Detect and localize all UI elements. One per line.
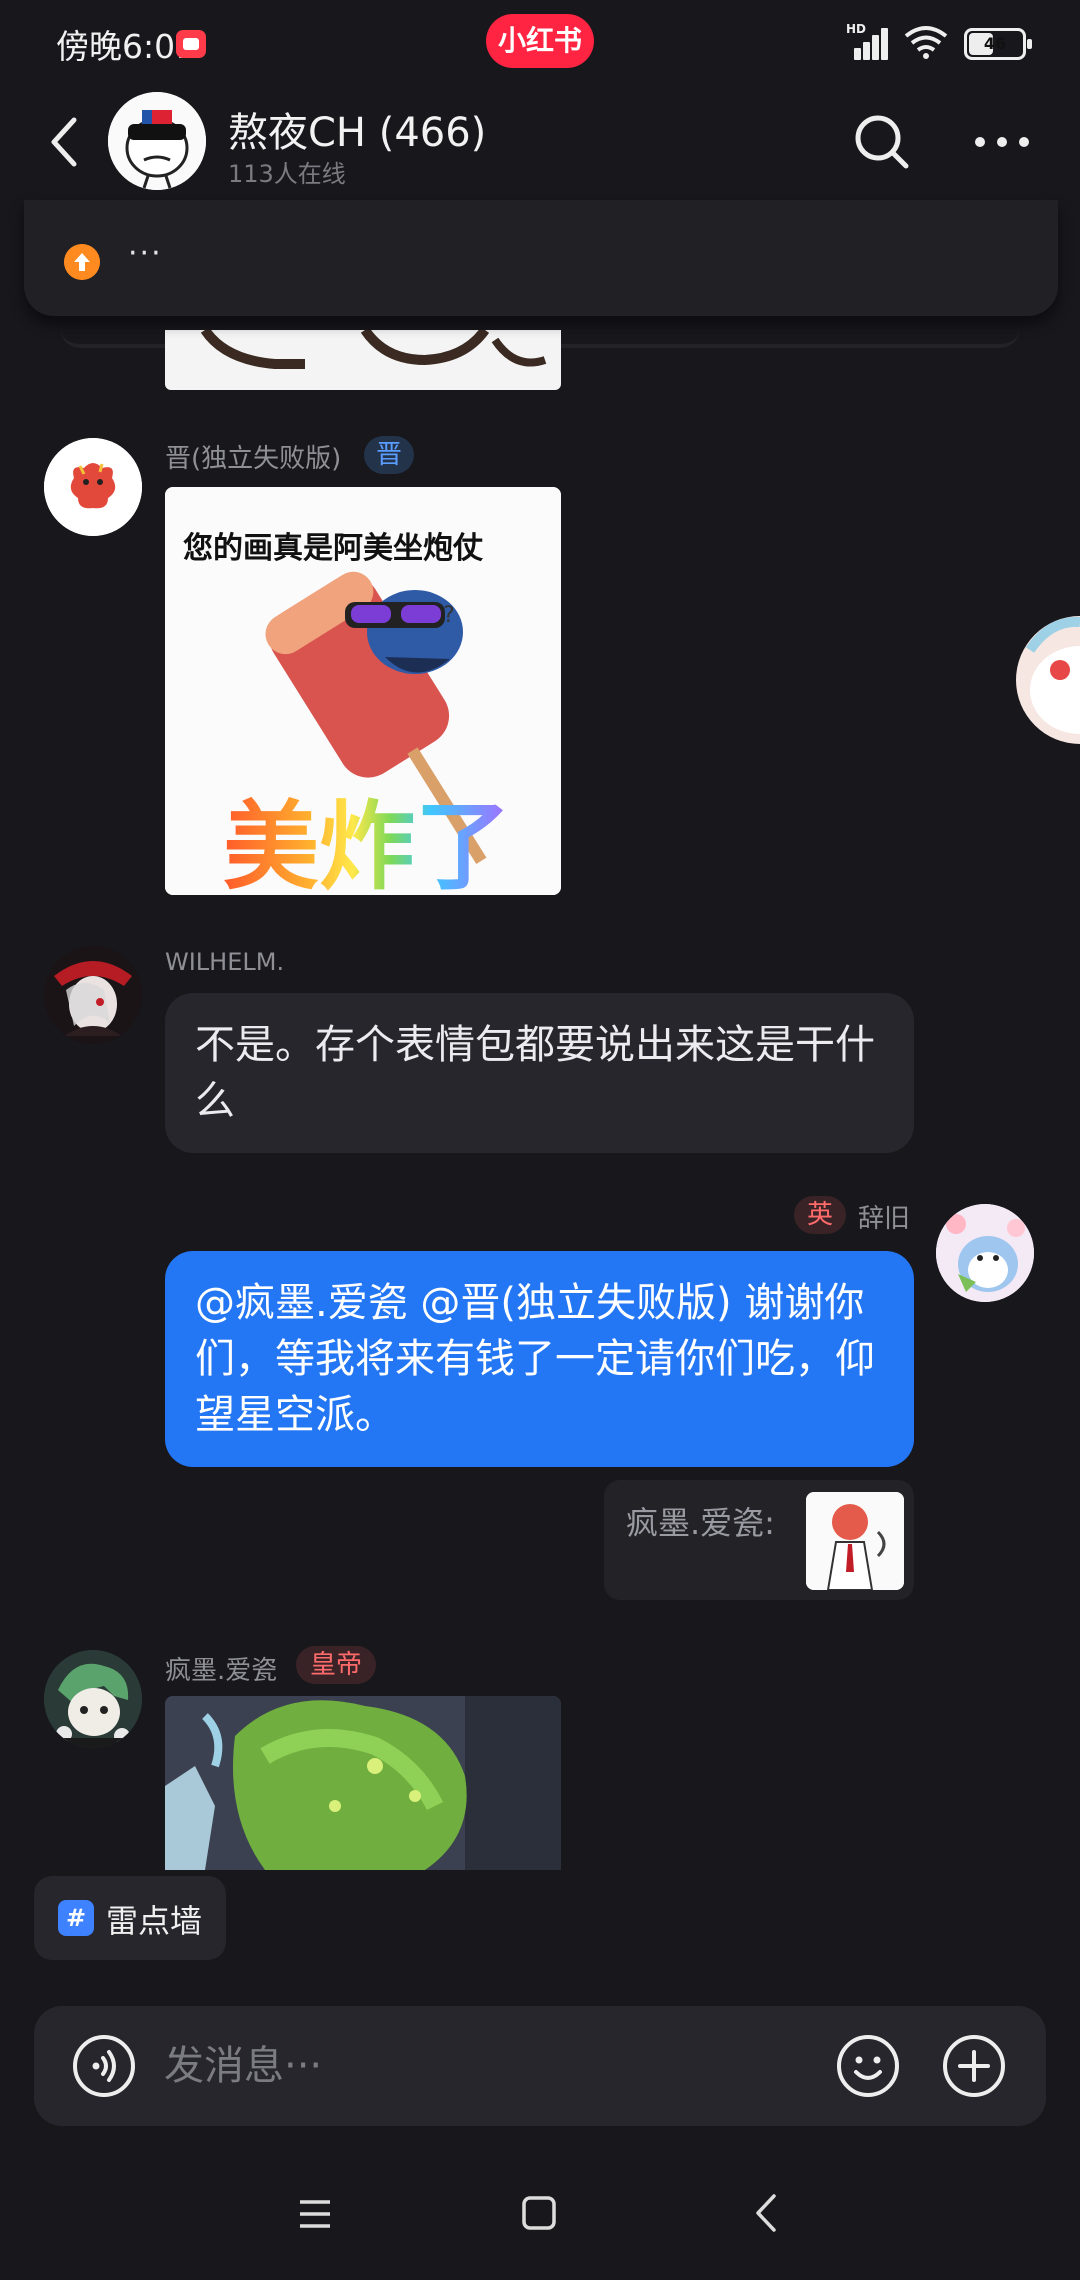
back-nav-icon[interactable] [752,2192,782,2234]
sticker-caption-top: 您的画真是阿美坐炮仗 [183,531,483,566]
sticker-caption-big: 美炸了 [223,769,511,895]
pin-up-icon [64,244,100,280]
svg-text:?: ? [443,603,455,628]
member-badge: 晋 [364,436,414,474]
emoji-button[interactable] [836,2034,900,2098]
hashtag-icon: # [58,1900,94,1936]
online-count: 113人在线 [228,160,346,188]
status-bar: 傍晚6:01 小红书 HD 46 [0,0,1080,84]
self-message-bubble[interactable]: @疯墨.爱瓷 @晋(独立失败版) 谢谢你们，等我将来有钱了一定请你们吃，仰望星空… [165,1251,914,1467]
quoted-image-thumbnail[interactable] [806,1492,904,1590]
signal-icon [848,24,892,60]
group-avatar[interactable] [108,92,206,190]
voice-input-button[interactable] [72,2034,136,2098]
chat-header: 熬夜CH (466) 113人在线 [0,84,1080,200]
wifi-icon [904,26,948,59]
system-nav-bar [0,2160,1080,2280]
pinned-message-bar[interactable]: ··· [24,200,1058,316]
avatar-sender-wilhelm[interactable] [44,946,142,1044]
topic-wall-chip[interactable]: # 雷点墙 [34,1876,226,1960]
sender-name: 疯墨.爱瓷 [165,1656,278,1686]
message-input-bar [34,2006,1046,2126]
battery-text: 46 [983,34,1007,53]
message-input[interactable] [164,2032,804,2100]
add-attachment-button[interactable] [942,2034,1006,2098]
chat-messages: 晋(独立失败版) 晋 ? 您的画真是阿美坐炮仗 美炸了 WILHELM. 不是。… [0,330,1080,1870]
search-button[interactable] [852,112,912,172]
avatar-self[interactable] [936,1204,1034,1302]
message-text: 不是。存个表情包都要说出来这是干什么 [195,1022,875,1124]
group-title: 熬夜CH (466) [228,110,487,156]
topic-label: 雷点墙 [106,1902,203,1940]
sticker-image-message[interactable]: ? 您的画真是阿美坐炮仗 美炸了 [165,487,561,895]
home-nav-icon[interactable] [520,2194,558,2232]
avatar-sender-jin[interactable] [44,438,142,536]
sender-name: 晋(独立失败版) [165,444,342,474]
quoted-reply[interactable]: 疯墨.爱瓷: [604,1480,914,1600]
sender-name: WILHELM. [165,948,285,976]
menu-nav-icon[interactable] [296,2196,334,2232]
floating-mascot[interactable] [1010,610,1080,750]
back-button[interactable] [40,112,88,172]
more-options-button[interactable] [972,130,1032,154]
text-message-bubble[interactable]: 不是。存个表情包都要说出来这是干什么 [165,993,914,1153]
quoted-sender: 疯墨.爱瓷: [626,1504,775,1542]
sender-name: 辞旧 [858,1204,911,1234]
member-badge: 英 [794,1196,846,1234]
pinned-text: ··· [128,236,163,271]
image-message[interactable] [165,1696,561,1870]
previous-image-message[interactable] [165,330,561,390]
notification-app-icon [176,30,206,58]
message-text: @疯墨.爱瓷 @晋(独立失败版) 谢谢你们，等我将来有钱了一定请你们吃，仰望星空… [195,1280,875,1438]
avatar-sender-fengmo[interactable] [44,1650,142,1748]
battery-icon: 46 [964,28,1032,60]
brand-pill: 小红书 [486,14,594,68]
member-badge: 皇帝 [296,1646,376,1684]
